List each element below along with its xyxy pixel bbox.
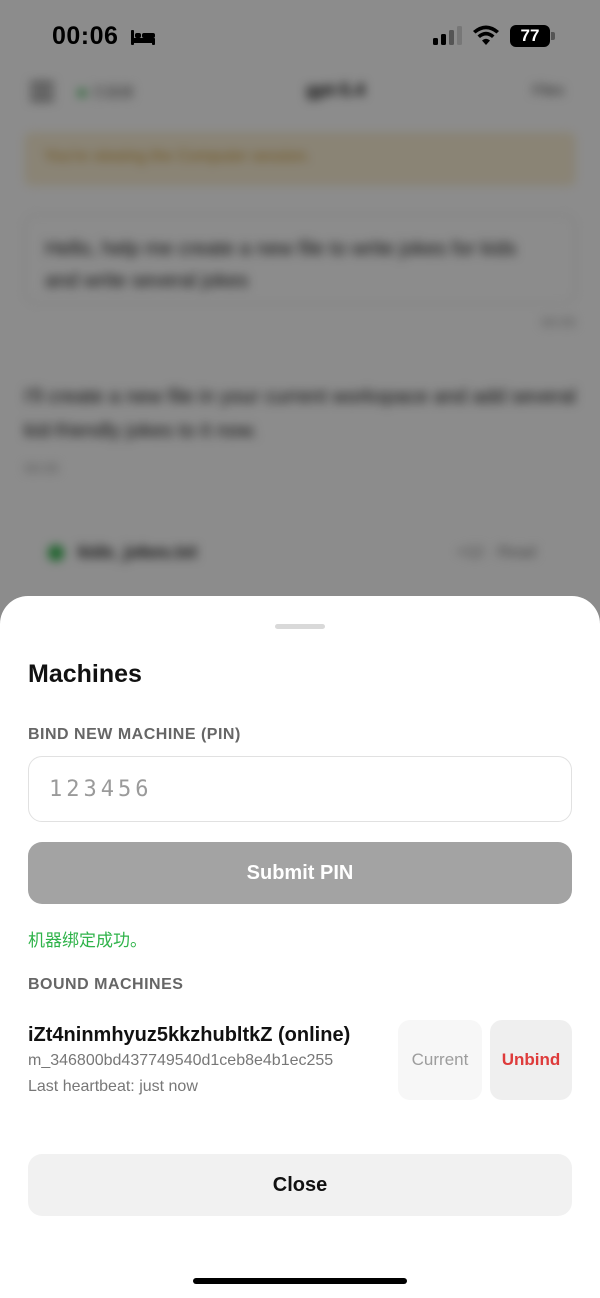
bound-section-label: BOUND MACHINES bbox=[28, 976, 184, 993]
machine-id: m_346800bd437749540d1ceb8e4b1ec255 bbox=[28, 1052, 334, 1069]
bed-icon bbox=[131, 30, 155, 45]
wifi-icon bbox=[473, 25, 499, 45]
bind-success-message: 机器绑定成功。 bbox=[28, 931, 147, 951]
bind-section-label: BIND NEW MACHINE (PIN) bbox=[28, 726, 241, 743]
sheet-grabber[interactable] bbox=[275, 624, 325, 629]
unbind-button[interactable]: Unbind bbox=[490, 1020, 572, 1100]
machine-row: iZt4ninmhyuz5kkzhubltkZ (online) m_34680… bbox=[28, 1020, 572, 1104]
machine-heartbeat: Last heartbeat: just now bbox=[28, 1078, 198, 1095]
home-indicator[interactable] bbox=[193, 1278, 407, 1284]
current-machine-button[interactable]: Current bbox=[398, 1020, 482, 1100]
pin-input[interactable] bbox=[28, 756, 572, 822]
screen: 已连接 gpt-5.4 Files You're viewing the Com… bbox=[0, 0, 600, 1298]
submit-pin-button[interactable]: Submit PIN bbox=[28, 842, 572, 904]
machines-sheet: Machines BIND NEW MACHINE (PIN) Submit P… bbox=[0, 596, 600, 1298]
status-bar: 00:06 77 bbox=[0, 0, 600, 70]
sheet-title: Machines bbox=[28, 660, 142, 688]
close-button[interactable]: Close bbox=[28, 1154, 572, 1216]
status-time: 00:06 bbox=[52, 22, 119, 50]
battery-icon: 77 bbox=[510, 25, 556, 47]
machine-name: iZt4ninmhyuz5kkzhubltkZ (online) bbox=[28, 1024, 351, 1046]
battery-level: 77 bbox=[510, 25, 550, 47]
cellular-signal-icon bbox=[433, 26, 462, 45]
